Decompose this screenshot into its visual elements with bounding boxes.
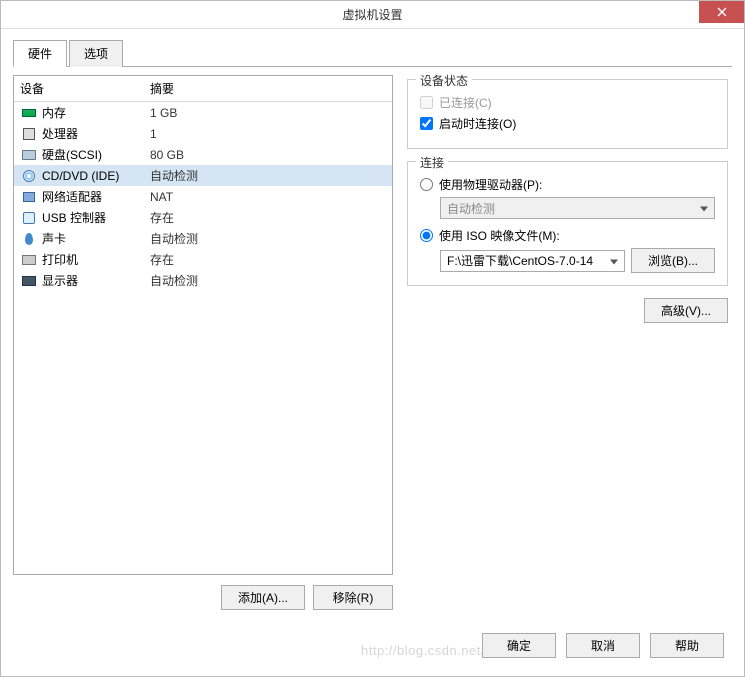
- cancel-button[interactable]: 取消: [566, 633, 640, 658]
- device-summary: 存在: [150, 209, 386, 226]
- device-summary: 80 GB: [150, 148, 386, 162]
- device-status-title: 设备状态: [416, 72, 472, 89]
- close-icon: [717, 7, 727, 17]
- device-summary: 自动检测: [150, 167, 386, 184]
- physical-drive-radio[interactable]: [420, 178, 433, 191]
- connect-at-power-checkbox[interactable]: [420, 117, 433, 130]
- device-summary: 存在: [150, 251, 386, 268]
- header-device[interactable]: 设备: [20, 80, 150, 97]
- add-button[interactable]: 添加(A)...: [221, 585, 305, 610]
- table-row[interactable]: 声卡 自动检测: [14, 228, 392, 249]
- table-row[interactable]: 网络适配器 NAT: [14, 186, 392, 207]
- titlebar: 虚拟机设置: [1, 1, 744, 29]
- device-name: 网络适配器: [42, 188, 102, 205]
- help-button[interactable]: 帮助: [650, 633, 724, 658]
- table-row[interactable]: 内存 1 GB: [14, 102, 392, 123]
- connected-label: 已连接(C): [439, 94, 492, 111]
- iso-file-label: 使用 ISO 映像文件(M):: [439, 227, 560, 244]
- table-row[interactable]: 显示器 自动检测: [14, 270, 392, 291]
- physical-drive-value: 自动检测: [447, 200, 495, 217]
- table-row[interactable]: CD/DVD (IDE) 自动检测: [14, 165, 392, 186]
- footer: 确定 取消 帮助: [482, 633, 724, 658]
- connected-checkbox-row: 已连接(C): [420, 94, 715, 111]
- disp-icon: [20, 274, 38, 288]
- device-name: 打印机: [42, 251, 78, 268]
- device-summary: NAT: [150, 190, 386, 204]
- physical-drive-combo: 自动检测: [440, 197, 715, 219]
- table-header: 设备 摘要: [14, 76, 392, 102]
- connect-at-power-row[interactable]: 启动时连接(O): [420, 115, 715, 132]
- connected-checkbox: [420, 96, 433, 109]
- device-name: USB 控制器: [42, 209, 106, 226]
- window-title: 虚拟机设置: [342, 6, 402, 23]
- cpu-icon: [20, 127, 38, 141]
- connection-group: 连接 使用物理驱动器(P): 自动检测 使用 ISO 映像文件(M): F:: [407, 161, 728, 286]
- iso-file-row[interactable]: 使用 ISO 映像文件(M):: [420, 227, 715, 244]
- cd-icon: [20, 169, 38, 183]
- hardware-table: 设备 摘要 内存 1 GB 处理器 1 硬盘(SCSI) 80 GB CD/DVD (IDE…: [13, 75, 393, 575]
- net-icon: [20, 190, 38, 204]
- tab-options[interactable]: 选项: [69, 40, 123, 67]
- device-status-group: 设备状态 已连接(C) 启动时连接(O): [407, 79, 728, 149]
- iso-file-radio[interactable]: [420, 229, 433, 242]
- ok-button[interactable]: 确定: [482, 633, 556, 658]
- table-row[interactable]: USB 控制器 存在: [14, 207, 392, 228]
- header-summary[interactable]: 摘要: [150, 80, 386, 97]
- device-name: 内存: [42, 104, 66, 121]
- device-name: 显示器: [42, 272, 78, 289]
- table-row[interactable]: 处理器 1: [14, 123, 392, 144]
- device-summary: 自动检测: [150, 272, 386, 289]
- usb-icon: [20, 211, 38, 225]
- tabs: 硬件 选项: [13, 39, 732, 67]
- device-summary: 自动检测: [150, 230, 386, 247]
- prn-icon: [20, 253, 38, 267]
- connection-title: 连接: [416, 154, 448, 171]
- device-name: 硬盘(SCSI): [42, 146, 102, 163]
- mem-icon: [20, 106, 38, 120]
- snd-icon: [20, 232, 38, 246]
- close-button[interactable]: [699, 1, 744, 23]
- browse-button[interactable]: 浏览(B)...: [631, 248, 715, 273]
- physical-drive-label: 使用物理驱动器(P):: [439, 176, 542, 193]
- device-name: 声卡: [42, 230, 66, 247]
- table-row[interactable]: 硬盘(SCSI) 80 GB: [14, 144, 392, 165]
- remove-button[interactable]: 移除(R): [313, 585, 393, 610]
- physical-drive-row[interactable]: 使用物理驱动器(P):: [420, 176, 715, 193]
- hdd-icon: [20, 148, 38, 162]
- device-summary: 1 GB: [150, 106, 386, 120]
- iso-file-value: F:\迅雷下载\CentOS-7.0-14: [447, 252, 593, 269]
- device-name: 处理器: [42, 125, 78, 142]
- device-summary: 1: [150, 127, 386, 141]
- connect-at-power-label: 启动时连接(O): [439, 115, 516, 132]
- tab-hardware[interactable]: 硬件: [13, 40, 67, 67]
- device-name: CD/DVD (IDE): [42, 169, 119, 183]
- iso-file-combo[interactable]: F:\迅雷下载\CentOS-7.0-14: [440, 250, 625, 272]
- advanced-button[interactable]: 高级(V)...: [644, 298, 728, 323]
- table-row[interactable]: 打印机 存在: [14, 249, 392, 270]
